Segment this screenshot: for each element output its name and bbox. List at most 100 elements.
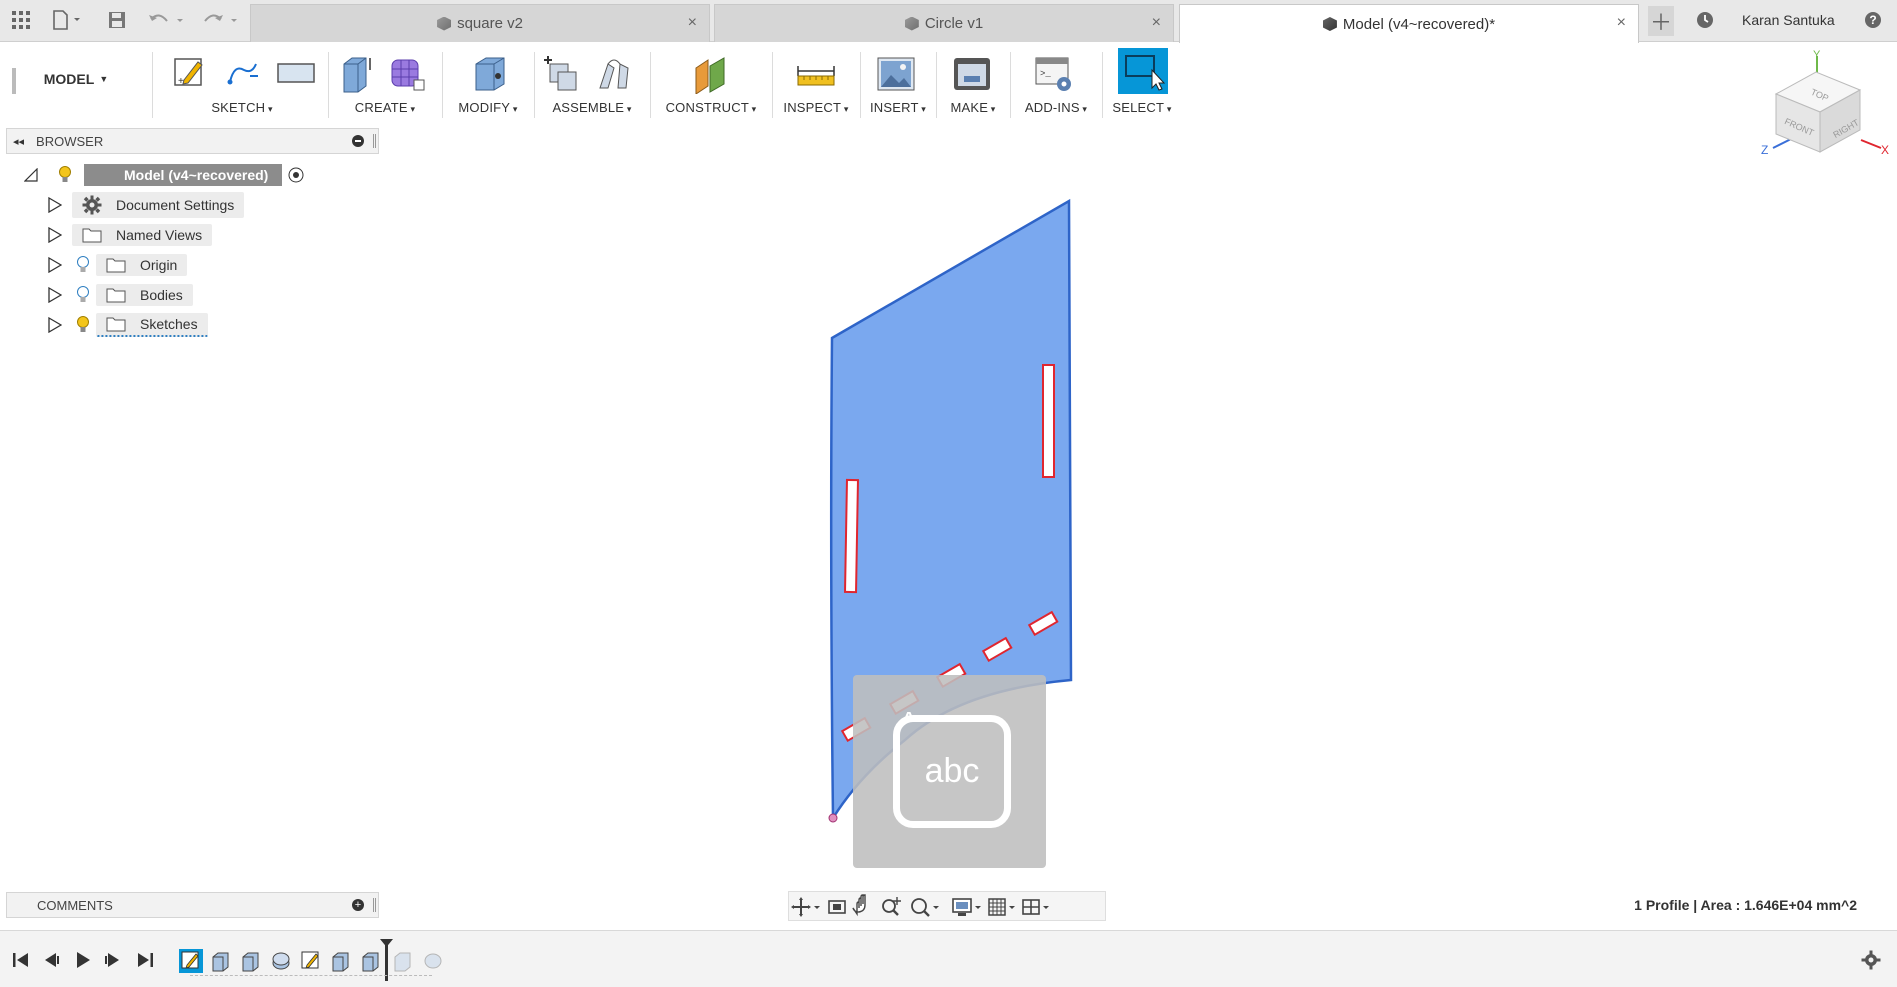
tab-model-v4-recovered[interactable]: Model (v4~recovered)* × [1179,4,1639,43]
make-menu[interactable]: MAKE [938,100,1008,115]
go-to-end-icon[interactable] [134,949,156,971]
undo-icon[interactable] [144,6,186,34]
browser-item-origin[interactable]: Origin [48,253,188,277]
timeline-suppressed-revolve-icon[interactable] [421,949,445,973]
divider [1010,52,1011,118]
visibility-bulb-off-icon[interactable] [76,256,90,274]
sketch-point[interactable] [828,813,838,823]
panel-resize-handle[interactable] [373,134,376,148]
tree-item-pill: Bodies [96,284,193,306]
timeline-sketch-feature-icon[interactable] [299,949,323,973]
timeline-settings-gear-icon[interactable] [1860,949,1882,971]
expand-triangle-icon[interactable] [48,257,62,273]
browser-root-node[interactable]: Model (v4~recovered) [24,163,304,187]
minimize-panel-icon[interactable] [352,135,364,147]
visibility-bulb-icon[interactable] [76,316,90,334]
extrude-icon[interactable] [338,54,374,93]
slot-left[interactable] [844,478,859,594]
expand-triangle-icon[interactable] [48,227,62,243]
play-icon[interactable] [72,949,94,971]
panel-resize-handle[interactable] [373,898,376,912]
close-tab-icon[interactable]: × [1617,14,1626,32]
browser-panel-header[interactable]: ◂◂ BROWSER [6,128,379,154]
view-cube[interactable]: Y Z X TOP FRONT RIGHT [1755,48,1895,178]
workspace-dropdown[interactable]: MODEL ▼ [16,64,136,94]
activate-radio-icon[interactable] [288,167,304,183]
assemble-menu[interactable]: ASSEMBLE [538,100,646,115]
select-group: SELECT [1104,46,1180,121]
close-tab-icon[interactable]: × [688,14,697,32]
create-sketch-icon[interactable]: + [172,54,208,90]
scripts-addins-icon[interactable]: >_ [1034,54,1071,91]
inspect-menu[interactable]: INSPECT [776,100,856,115]
job-status-icon[interactable] [1692,6,1718,34]
close-tab-icon[interactable]: × [1152,14,1161,32]
offset-plane-icon[interactable] [692,54,728,95]
file-menu-icon[interactable] [48,6,86,34]
orbit-icon[interactable] [791,897,820,917]
visibility-bulb-icon[interactable] [58,166,72,184]
tab-label: Circle v1 [924,15,984,32]
browser-item-document-settings[interactable]: Document Settings [48,192,245,218]
add-comment-icon[interactable]: + [352,899,364,911]
user-name[interactable]: Karan Santuka [1742,12,1835,28]
modify-menu[interactable]: MODIFY [446,100,530,115]
measure-icon[interactable] [796,54,835,90]
grid-snap-icon[interactable] [988,898,1015,916]
sketch-menu[interactable]: SKETCH [160,100,324,115]
select-icon[interactable] [1118,48,1168,94]
press-pull-icon[interactable] [470,54,506,91]
app-grid-icon[interactable] [8,6,34,34]
insert-menu[interactable]: INSERT [862,100,934,115]
timeline-sketch-feature-icon[interactable] [179,949,203,973]
form-icon[interactable] [388,54,425,91]
divider [772,52,773,118]
line-icon[interactable] [224,54,260,90]
tab-circle-v1[interactable]: Circle v1 × [714,4,1174,42]
collapse-triangle-icon[interactable] [24,168,38,182]
browser-item-named-views[interactable]: Named Views [48,223,213,247]
viewports-icon[interactable] [1022,899,1049,915]
new-component-icon[interactable] [542,54,578,91]
expand-triangle-icon[interactable] [48,197,62,213]
addins-menu[interactable]: ADD-INS [1012,100,1100,115]
help-icon[interactable]: ? [1860,6,1886,34]
expand-triangle-icon[interactable] [48,317,62,333]
text-input-overlay[interactable]: abc ^ [853,675,1046,868]
construct-menu[interactable]: CONSTRUCT [654,100,768,115]
tree-item-label: Named Views [116,227,203,243]
step-forward-icon[interactable] [102,949,124,971]
fit-zoom-icon[interactable] [911,898,939,917]
create-menu[interactable]: CREATE [332,100,438,115]
redo-icon[interactable] [198,6,240,34]
joint-icon[interactable] [594,54,630,90]
zoom-icon[interactable] [882,897,901,916]
visibility-bulb-off-icon[interactable] [76,286,90,304]
insert-image-icon[interactable] [876,54,915,91]
collapse-panel-icon[interactable]: ◂◂ [13,135,24,148]
go-to-start-icon[interactable] [10,949,32,971]
rectangle-icon[interactable] [276,54,315,90]
tab-square-v2[interactable]: square v2 × [250,4,710,42]
select-menu[interactable]: SELECT [1104,100,1180,115]
save-icon[interactable] [104,6,130,34]
timeline-extrude-feature-icon[interactable] [359,949,383,973]
tree-item-pill: Document Settings [72,192,245,218]
timeline-extrude-feature-icon[interactable] [209,949,233,973]
timeline-revolve-feature-icon[interactable] [269,949,293,973]
browser-item-sketches[interactable]: Sketches [48,313,208,337]
look-at-icon[interactable] [828,900,846,914]
timeline-suppressed-extrude-icon[interactable] [391,949,415,973]
folder-icon [106,317,126,332]
timeline-extrude-feature-icon[interactable] [239,949,263,973]
step-back-icon[interactable] [40,949,62,971]
expand-triangle-icon[interactable] [48,287,62,303]
pan-hand-icon[interactable] [852,894,866,917]
timeline-extrude-feature-icon[interactable] [329,949,353,973]
browser-item-bodies[interactable]: Bodies [48,283,193,307]
new-tab-icon[interactable]: ＋ [1648,6,1674,36]
slot-right[interactable] [1042,364,1055,478]
3d-print-icon[interactable] [952,54,990,90]
comments-panel-header[interactable]: COMMENTS + [6,892,379,918]
display-settings-icon[interactable] [952,898,981,916]
